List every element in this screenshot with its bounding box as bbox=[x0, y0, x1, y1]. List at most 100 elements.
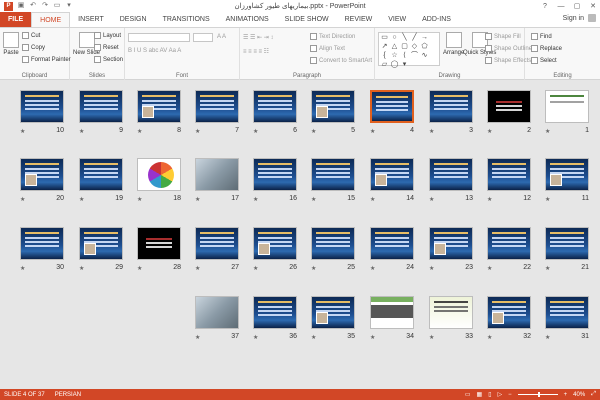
transition-star-icon[interactable]: ★ bbox=[253, 334, 258, 341]
transition-star-icon[interactable]: ★ bbox=[20, 196, 25, 203]
transition-star-icon[interactable]: ★ bbox=[253, 265, 258, 272]
transition-star-icon[interactable]: ★ bbox=[79, 128, 84, 135]
select-button[interactable]: Select bbox=[531, 57, 557, 64]
slide-thumbnail[interactable] bbox=[545, 296, 589, 329]
slide-thumbnail[interactable] bbox=[487, 296, 531, 329]
transition-star-icon[interactable]: ★ bbox=[311, 265, 316, 272]
transition-star-icon[interactable]: ★ bbox=[79, 265, 84, 272]
transition-star-icon[interactable]: ★ bbox=[195, 128, 200, 135]
slide-thumbnail[interactable] bbox=[429, 227, 473, 260]
transition-star-icon[interactable]: ★ bbox=[370, 265, 375, 272]
zoom-in-icon[interactable]: + bbox=[564, 392, 568, 398]
avatar[interactable] bbox=[588, 14, 596, 22]
slide-thumbnail[interactable] bbox=[311, 90, 355, 123]
tab-transitions[interactable]: TRANSITIONS bbox=[155, 12, 218, 27]
slide-thumbnail[interactable] bbox=[195, 296, 239, 329]
slide-thumbnail[interactable] bbox=[137, 90, 181, 123]
slide-thumbnail[interactable] bbox=[195, 227, 239, 260]
tab-home[interactable]: HOME bbox=[31, 12, 71, 27]
paste-button[interactable]: Paste bbox=[3, 32, 19, 56]
tab-insert[interactable]: INSERT bbox=[70, 12, 112, 27]
zoom-slider[interactable] bbox=[517, 392, 558, 397]
slide-thumbnail[interactable] bbox=[137, 158, 181, 191]
transition-star-icon[interactable]: ★ bbox=[545, 334, 550, 341]
minimize-button[interactable]: — bbox=[556, 3, 566, 10]
transition-star-icon[interactable]: ★ bbox=[137, 196, 142, 203]
slide-thumbnail[interactable] bbox=[545, 227, 589, 260]
slide-thumbnail[interactable] bbox=[311, 158, 355, 191]
find-button[interactable]: Find bbox=[531, 33, 552, 40]
slide-thumbnail[interactable] bbox=[20, 90, 64, 123]
slide-thumbnail[interactable] bbox=[370, 296, 414, 329]
transition-star-icon[interactable]: ★ bbox=[487, 265, 492, 272]
shapes-gallery[interactable]: ▭ ○ ╲ ╱ → ↗ △ ▢ ◇ ⬠{☆ ⟨ ⌒ ∿ ▱ ◯ ▾ bbox=[378, 32, 440, 68]
slide-thumbnail[interactable] bbox=[79, 227, 123, 260]
transition-star-icon[interactable]: ★ bbox=[195, 196, 200, 203]
transition-star-icon[interactable]: ★ bbox=[79, 196, 84, 203]
font-name-box[interactable] bbox=[128, 33, 190, 42]
grow-font-button[interactable]: A A bbox=[217, 34, 226, 40]
transition-star-icon[interactable]: ★ bbox=[20, 128, 25, 135]
text-direction-button[interactable]: Text Direction bbox=[310, 33, 355, 40]
transition-star-icon[interactable]: ★ bbox=[20, 265, 25, 272]
arrange-button[interactable]: Arrange bbox=[443, 32, 464, 56]
tab-review[interactable]: REVIEW bbox=[337, 12, 381, 27]
slide-thumbnail[interactable] bbox=[195, 90, 239, 123]
slide-thumbnail[interactable] bbox=[429, 90, 473, 123]
transition-star-icon[interactable]: ★ bbox=[545, 196, 550, 203]
language-indicator[interactable]: PERSIAN bbox=[55, 392, 81, 398]
tab-view[interactable]: VIEW bbox=[380, 12, 414, 27]
slide-thumbnail[interactable] bbox=[79, 90, 123, 123]
convert-smartart-button[interactable]: Convert to SmartArt bbox=[310, 57, 372, 64]
slide-thumbnail[interactable] bbox=[370, 227, 414, 260]
slide-thumbnail[interactable] bbox=[370, 158, 414, 191]
transition-star-icon[interactable]: ★ bbox=[429, 128, 434, 135]
transition-star-icon[interactable]: ★ bbox=[487, 196, 492, 203]
fit-slide-icon[interactable]: ⤢ bbox=[591, 391, 596, 398]
slide-thumbnail[interactable] bbox=[253, 227, 297, 260]
replace-button[interactable]: Replace bbox=[531, 45, 562, 52]
maximize-button[interactable]: ▢ bbox=[572, 2, 582, 10]
transition-star-icon[interactable]: ★ bbox=[195, 334, 200, 341]
slide-thumbnail[interactable] bbox=[311, 296, 355, 329]
slide-thumbnail[interactable] bbox=[487, 90, 531, 123]
transition-star-icon[interactable]: ★ bbox=[311, 196, 316, 203]
shape-fill-button[interactable]: Shape Fill bbox=[485, 33, 521, 40]
transition-star-icon[interactable]: ★ bbox=[253, 128, 258, 135]
font-format-buttons[interactable]: B I U S abc AV Aa A bbox=[128, 48, 181, 54]
normal-view-icon[interactable]: ▭ bbox=[465, 391, 471, 398]
transition-star-icon[interactable]: ★ bbox=[195, 265, 200, 272]
align-text-button[interactable]: Align Text bbox=[310, 45, 345, 52]
slide-sorter-view-icon[interactable]: ▦ bbox=[477, 391, 483, 398]
transition-star-icon[interactable]: ★ bbox=[370, 128, 375, 135]
slide-thumbnail[interactable] bbox=[253, 90, 297, 123]
slide-thumbnail[interactable] bbox=[487, 158, 531, 191]
reading-view-icon[interactable]: ▯ bbox=[488, 391, 491, 398]
slide-thumbnail[interactable] bbox=[253, 296, 297, 329]
copy-button[interactable]: Copy bbox=[22, 44, 45, 51]
transition-star-icon[interactable]: ★ bbox=[429, 265, 434, 272]
tab-add-ins[interactable]: ADD-INS bbox=[414, 12, 459, 27]
list-buttons[interactable]: ☰ ☰ ⇤ ⇥ ↕ bbox=[243, 34, 273, 41]
slide-thumbnail[interactable] bbox=[195, 158, 239, 191]
cut-button[interactable]: Cut bbox=[22, 32, 40, 39]
slide-thumbnail[interactable] bbox=[545, 158, 589, 191]
slide-thumbnail[interactable] bbox=[370, 90, 414, 123]
slide-thumbnail[interactable] bbox=[20, 158, 64, 191]
transition-star-icon[interactable]: ★ bbox=[545, 128, 550, 135]
slide-thumbnail[interactable] bbox=[487, 227, 531, 260]
slide-thumbnail[interactable] bbox=[311, 227, 355, 260]
format-painter-button[interactable]: Format Painter bbox=[22, 56, 71, 63]
transition-star-icon[interactable]: ★ bbox=[429, 196, 434, 203]
close-button[interactable]: ✕ bbox=[588, 2, 598, 10]
slide-thumbnail[interactable] bbox=[429, 296, 473, 329]
tab-slide-show[interactable]: SLIDE SHOW bbox=[277, 12, 337, 27]
transition-star-icon[interactable]: ★ bbox=[545, 265, 550, 272]
sign-in-link[interactable]: Sign in bbox=[563, 15, 584, 22]
slide-thumbnail[interactable] bbox=[253, 158, 297, 191]
slide-thumbnail[interactable] bbox=[79, 158, 123, 191]
slide-thumbnail[interactable] bbox=[137, 227, 181, 260]
transition-star-icon[interactable]: ★ bbox=[487, 334, 492, 341]
tab-file[interactable]: FILE bbox=[0, 12, 32, 27]
transition-star-icon[interactable]: ★ bbox=[429, 334, 434, 341]
